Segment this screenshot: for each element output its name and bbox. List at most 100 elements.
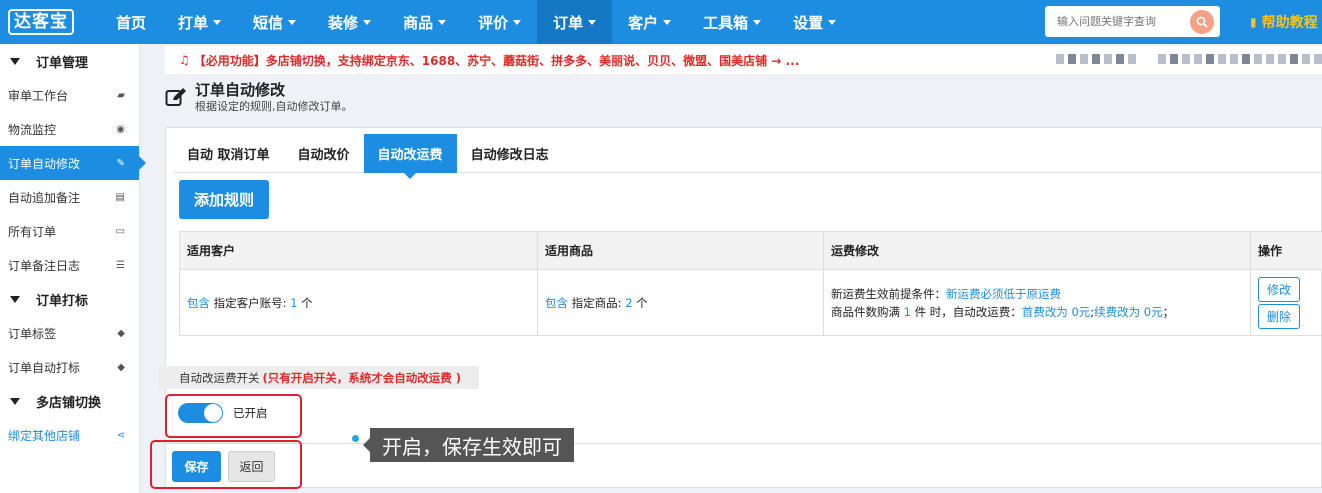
chevron-down-icon	[753, 19, 762, 25]
nav-item-3[interactable]: 装修	[312, 0, 387, 44]
customer-include-link[interactable]: 包含	[187, 296, 210, 310]
collapse-icon	[10, 57, 20, 65]
sidebar-item-group1_items-4[interactable]: 所有订单 ▭	[0, 214, 139, 248]
sidebar-item-label: 绑定其他店铺	[8, 428, 81, 443]
first-fee: 首费改为 0元	[1021, 304, 1091, 319]
cell-customer: 包含 指定客户账号: 1 个	[179, 269, 538, 336]
nav-item-7[interactable]: 客户	[612, 0, 687, 44]
share-icon: ⋖	[116, 429, 125, 441]
sidebar-group-order-tagging[interactable]: 订单打标	[0, 282, 139, 316]
sidebar-item-group2_items-1[interactable]: 订单自动打标 ◆	[0, 350, 139, 384]
logo[interactable]: 达客宝	[0, 0, 100, 44]
nav-menu: 首页 打单 短信 装修 商品 评价 订单 客户 工具箱 设置	[100, 0, 852, 44]
col-header-goods: 适用商品	[537, 231, 824, 270]
chevron-down-icon	[363, 19, 372, 25]
sidebar-list: 订单标签 ◆ 订单自动打标 ◆	[0, 316, 139, 384]
col-header-customer: 适用客户	[179, 231, 538, 270]
sidebar-item-label: 物流监控	[8, 122, 57, 137]
tab-1[interactable]: 自动改价	[284, 134, 364, 173]
table-header-row: 适用客户 适用商品 运费修改 操作	[179, 231, 1322, 270]
cell-shipping: 新运费生效前提条件：新运费必须低于原运费 商品件数购满 1 件 时，自动改运费：…	[823, 269, 1251, 336]
nav-item-label: 客户	[628, 13, 659, 32]
sidebar-item-label: 订单备注日志	[8, 258, 81, 273]
chevron-down-icon	[438, 19, 447, 25]
goods-unit: 个	[636, 295, 648, 310]
cell-actions: 修改 删除	[1250, 269, 1322, 336]
switch-label: 自动改运费开关 (只有开启开关，系统才会自动改运费 )	[159, 366, 480, 389]
col-header-actions: 操作	[1250, 231, 1322, 270]
sidebar-group-order-management[interactable]: 订单管理	[0, 44, 139, 78]
collapse-icon	[10, 295, 20, 303]
sidebar-item-label: 所有订单	[8, 224, 57, 239]
bell-icon: ♫	[179, 53, 190, 67]
nav-item-4[interactable]: 商品	[387, 0, 462, 44]
nav-item-9[interactable]: 设置	[777, 0, 852, 44]
tab-2[interactable]: 自动改运费	[363, 134, 457, 179]
nav-item-0[interactable]: 首页	[100, 0, 162, 44]
callout-tooltip: 开启，保存生效即可	[363, 428, 574, 462]
goods-include-link[interactable]: 包含	[545, 296, 568, 310]
nav-item-8[interactable]: 工具箱	[687, 0, 777, 44]
nav-item-label: 设置	[793, 13, 824, 32]
add-rule-button[interactable]: 添加规则	[179, 180, 269, 219]
nav-item-label: 工具箱	[703, 13, 749, 32]
rule-quantity: 1	[903, 304, 911, 319]
search-button[interactable]	[1190, 9, 1214, 34]
eye-icon: ◉	[116, 123, 125, 135]
page-subtitle: 根据设定的规则,自动修改订单。	[195, 100, 353, 113]
callout-dot	[352, 435, 359, 442]
table-row: 包含 指定客户账号: 1 个 包含 指定商品: 2 个 新运费生效前提条件：新运…	[179, 269, 1322, 336]
delete-rule-button[interactable]: 删除	[1258, 303, 1300, 329]
search-input[interactable]	[1045, 15, 1185, 28]
tags-icon: ◆	[117, 327, 125, 339]
tab-3[interactable]: 自动修改日志	[457, 134, 563, 173]
chevron-down-icon	[588, 19, 597, 25]
list-alt-icon: ▤	[115, 191, 125, 203]
page-title: 订单自动修改	[195, 81, 286, 99]
notice-link[interactable]: 【必用功能】多店铺切换，支持绑定京东、1688、苏宁、蘑菇街、拼多多、美丽说、贝…	[194, 52, 800, 69]
collapse-icon	[10, 397, 20, 405]
switch-warning: (只有开启开关，系统才会自动改运费 )	[262, 370, 462, 385]
cell-goods: 包含 指定商品: 2 个	[537, 269, 824, 336]
sidebar-item-group1_items-5[interactable]: 订单备注日志 ☰	[0, 248, 139, 282]
sidebar-item-group1_items-1[interactable]: 物流监控 ◉	[0, 112, 139, 146]
logo-text: 达客宝	[8, 9, 74, 35]
list-icon: ☰	[116, 259, 125, 271]
chevron-down-icon	[663, 19, 672, 25]
sidebar-group-multi-store[interactable]: 多店铺切换	[0, 384, 139, 418]
nav-item-label: 装修	[328, 13, 359, 32]
goods-count[interactable]: 2	[625, 296, 632, 310]
tab-0[interactable]: 自动 取消订单	[173, 134, 284, 173]
highlight-box-toggle	[165, 394, 302, 438]
help-link[interactable]: ▮ 帮助教程	[1250, 0, 1318, 44]
sidebar-item-group1_items-3[interactable]: 自动追加备注 ▤	[0, 180, 139, 214]
sidebar-item-group3_items-0[interactable]: 绑定其他店铺 ⋖	[0, 418, 139, 452]
sidebar-item-group1_items-0[interactable]: 审单工作台 ▰	[0, 78, 139, 112]
search-icon	[1196, 16, 1208, 28]
edit-icon	[165, 88, 186, 106]
chevron-down-icon	[513, 19, 522, 25]
nav-item-5[interactable]: 评价	[462, 0, 537, 44]
sidebar-group-label: 订单管理	[36, 55, 89, 71]
edit-rule-button[interactable]: 修改	[1258, 276, 1300, 302]
search-box	[1045, 6, 1220, 37]
extra-fee: 续费改为 0元	[1094, 304, 1163, 319]
nav-item-6[interactable]: 订单	[537, 0, 613, 44]
nav-item-1[interactable]: 打单	[162, 0, 237, 44]
rules-table: 适用客户 适用商品 运费修改 操作 包含 指定客户账号: 1 个 包含 指定商品…	[179, 231, 1322, 336]
col-header-shipping: 运费修改	[823, 231, 1251, 270]
sidebar-item-group1_items-2[interactable]: 订单自动修改 ✎	[0, 146, 146, 180]
sidebar-item-label: 订单标签	[8, 326, 57, 341]
credit-card-icon: ▭	[115, 225, 125, 237]
sidebar-item-group2_items-0[interactable]: 订单标签 ◆	[0, 316, 139, 350]
rule-text-b: 件 时，自动改运费：	[914, 304, 1022, 319]
divider	[166, 443, 1322, 444]
edit-icon: ✎	[116, 157, 125, 169]
nav-item-2[interactable]: 短信	[237, 0, 312, 44]
chevron-down-icon	[213, 19, 222, 25]
page-header: 订单自动修改 根据设定的规则,自动修改订单。	[165, 80, 353, 120]
condition-value: 新运费必须低于原运费	[946, 286, 1061, 301]
customer-count[interactable]: 1	[290, 296, 297, 310]
nav-item-label: 首页	[116, 13, 147, 32]
customer-text: 指定客户账号:	[213, 295, 287, 310]
